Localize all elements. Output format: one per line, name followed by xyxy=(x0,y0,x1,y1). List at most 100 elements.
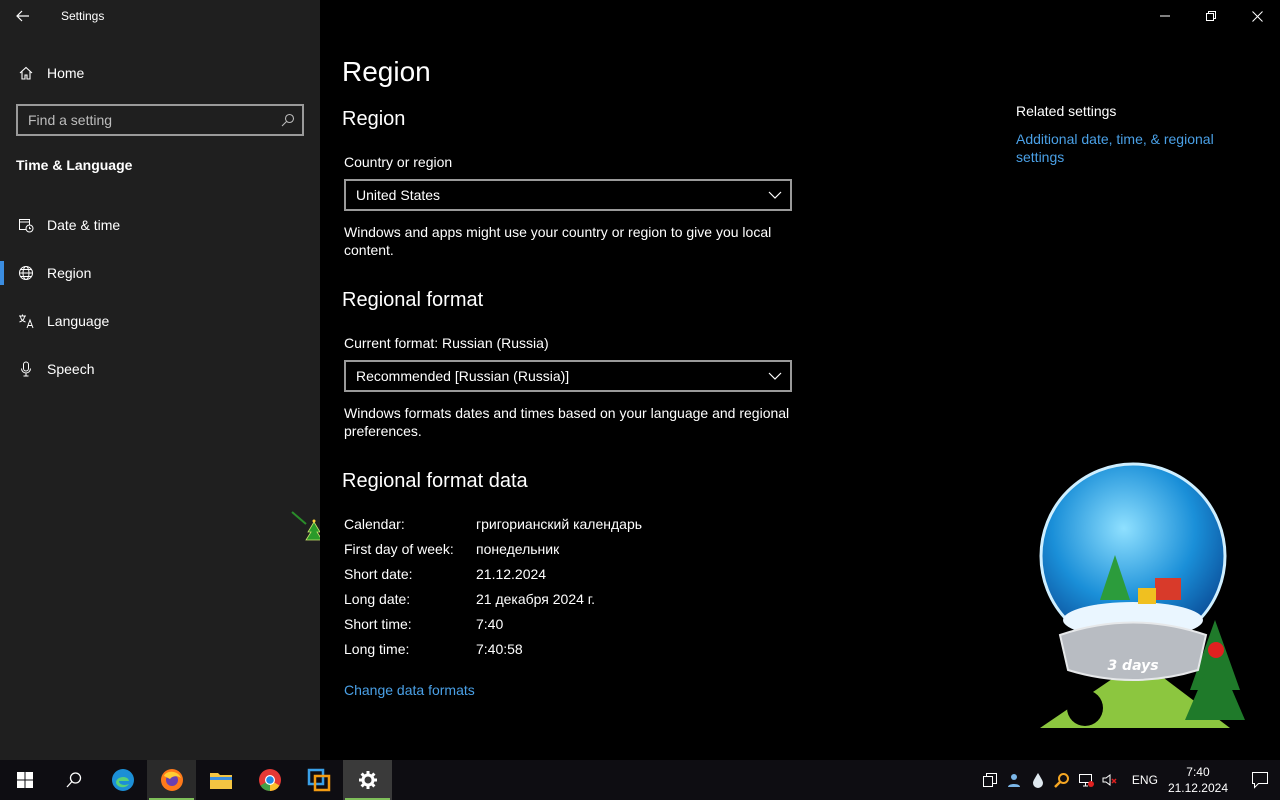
search-input[interactable] xyxy=(18,112,274,128)
format-value: Recommended [Russian (Russia)] xyxy=(356,368,570,384)
volume-tray-button[interactable] xyxy=(1098,760,1122,800)
microphone-icon xyxy=(16,359,36,379)
app-taskbar-button[interactable] xyxy=(294,760,343,800)
format-data-key: Long time: xyxy=(344,641,410,657)
minimize-button[interactable] xyxy=(1142,0,1188,32)
task-view-tray-button[interactable] xyxy=(978,760,1002,800)
back-arrow-icon xyxy=(16,10,29,22)
home-label: Home xyxy=(47,65,85,81)
drop-tray-button[interactable] xyxy=(1026,760,1050,800)
copy-icon xyxy=(982,773,997,787)
related-settings-title: Related settings xyxy=(1016,103,1117,119)
search-icon[interactable] xyxy=(274,106,302,134)
chrome-icon xyxy=(258,769,281,791)
change-data-formats-link[interactable]: Change data formats xyxy=(344,681,475,699)
current-format-label: Current format: Russian (Russia) xyxy=(344,335,549,351)
file-explorer-icon xyxy=(209,773,232,789)
restore-icon xyxy=(1206,11,1216,21)
format-data-row: Long time: 7:40:58 xyxy=(344,641,523,657)
sidebar-item-date-time[interactable]: Date & time xyxy=(0,205,320,245)
taskbar: ENG 7:40 21.12.2024 xyxy=(0,760,1280,800)
sidebar-item-region[interactable]: Region xyxy=(0,253,320,293)
sidebar-item-label: Language xyxy=(47,313,110,329)
format-data-row: Short date: 21.12.2024 xyxy=(344,566,546,582)
title-bar: Settings xyxy=(0,0,320,32)
edge-taskbar-button[interactable] xyxy=(98,760,147,800)
chrome-taskbar-button[interactable] xyxy=(245,760,294,800)
format-data-key: Long date: xyxy=(344,591,411,607)
firefox-taskbar-button[interactable] xyxy=(147,760,196,800)
country-description: Windows and apps might use your country … xyxy=(344,224,772,258)
window-controls xyxy=(1142,0,1280,32)
network-disconnected-icon xyxy=(1078,774,1094,787)
sidebar-item-label: Region xyxy=(47,265,92,281)
file-explorer-taskbar-button[interactable] xyxy=(196,760,245,800)
sidebar: Settings Home Time & Language Date & tim… xyxy=(0,0,323,760)
sidebar-item-label: Date & time xyxy=(47,217,121,233)
regional-format-heading: Regional format xyxy=(342,289,484,311)
chevron-down-icon xyxy=(768,372,782,380)
format-data-value: 21 декабря 2024 г. xyxy=(476,591,596,607)
sidebar-item-language[interactable]: Language xyxy=(0,301,320,341)
format-data-key: Short time: xyxy=(344,616,412,632)
settings-taskbar-button[interactable] xyxy=(343,760,392,800)
additional-settings-link[interactable]: Additional date, time, & regional settin… xyxy=(1016,130,1236,166)
format-data-row: Calendar: григорианский календарь xyxy=(344,516,642,532)
language-indicator[interactable]: ENG xyxy=(1132,773,1158,787)
globe-icon xyxy=(16,263,36,283)
format-data-heading: Regional format data xyxy=(342,470,528,492)
format-data-key: Calendar: xyxy=(344,516,405,532)
search-box[interactable] xyxy=(16,104,304,136)
format-data-row: Long date: 21 декабря 2024 г. xyxy=(344,591,595,607)
magnifier-icon xyxy=(1054,773,1069,788)
network-tray-button[interactable] xyxy=(1074,760,1098,800)
page-title: Region xyxy=(342,56,431,87)
sidebar-item-label: Speech xyxy=(47,361,95,377)
format-data-value: 7:40 xyxy=(476,616,504,632)
app-title: Settings xyxy=(61,9,105,23)
network-share-tray-button[interactable] xyxy=(1002,760,1026,800)
format-data-value: 21.12.2024 xyxy=(476,566,547,582)
water-drop-icon xyxy=(1032,773,1043,788)
chevron-down-icon xyxy=(768,191,782,199)
close-button[interactable] xyxy=(1234,0,1280,32)
close-icon xyxy=(1251,10,1263,22)
language-icon xyxy=(16,311,36,331)
settings-icon xyxy=(358,771,377,789)
region-heading: Region xyxy=(342,108,406,130)
volume-muted-icon xyxy=(1102,774,1117,786)
format-dropdown[interactable]: Recommended [Russian (Russia)] xyxy=(344,360,792,392)
clock[interactable]: 7:40 21.12.2024 xyxy=(1168,764,1228,796)
edge-icon xyxy=(111,769,134,791)
format-data-value: григорианский календарь xyxy=(476,516,643,532)
country-dropdown[interactable]: United States xyxy=(344,179,792,211)
search-icon xyxy=(66,772,81,788)
firefox-icon xyxy=(160,769,183,791)
clock-time: 7:40 xyxy=(1186,765,1210,779)
minimize-icon xyxy=(1160,15,1170,17)
back-button[interactable] xyxy=(0,0,46,32)
snow-globe-widget[interactable]: 3 days xyxy=(1030,460,1260,760)
user-network-icon xyxy=(1007,774,1020,787)
search-tray-button[interactable] xyxy=(1050,760,1074,800)
restore-button[interactable] xyxy=(1188,0,1234,32)
country-label: Country or region xyxy=(344,154,453,170)
home-icon xyxy=(16,63,36,83)
snow-globe-image: 3 days xyxy=(1039,462,1245,728)
format-data-key: Short date: xyxy=(344,566,413,582)
format-data-row: Short time: 7:40 xyxy=(344,616,503,632)
country-value: United States xyxy=(356,187,441,203)
action-center-button[interactable] xyxy=(1240,760,1280,800)
start-button[interactable] xyxy=(0,760,49,800)
format-description: Windows formats dates and times based on… xyxy=(344,405,790,439)
widget-badge: 3 days xyxy=(1107,658,1158,674)
notification-icon xyxy=(1252,772,1268,789)
home-nav-item[interactable]: Home xyxy=(0,56,320,90)
sidebar-item-speech[interactable]: Speech xyxy=(0,349,320,389)
calendar-clock-icon xyxy=(16,215,36,235)
system-tray: ENG 7:40 21.12.2024 xyxy=(978,760,1280,800)
clock-date: 21.12.2024 xyxy=(1167,781,1228,795)
section-title: Time & Language xyxy=(16,157,133,173)
app-icon xyxy=(307,768,330,792)
taskbar-search-button[interactable] xyxy=(49,760,98,800)
